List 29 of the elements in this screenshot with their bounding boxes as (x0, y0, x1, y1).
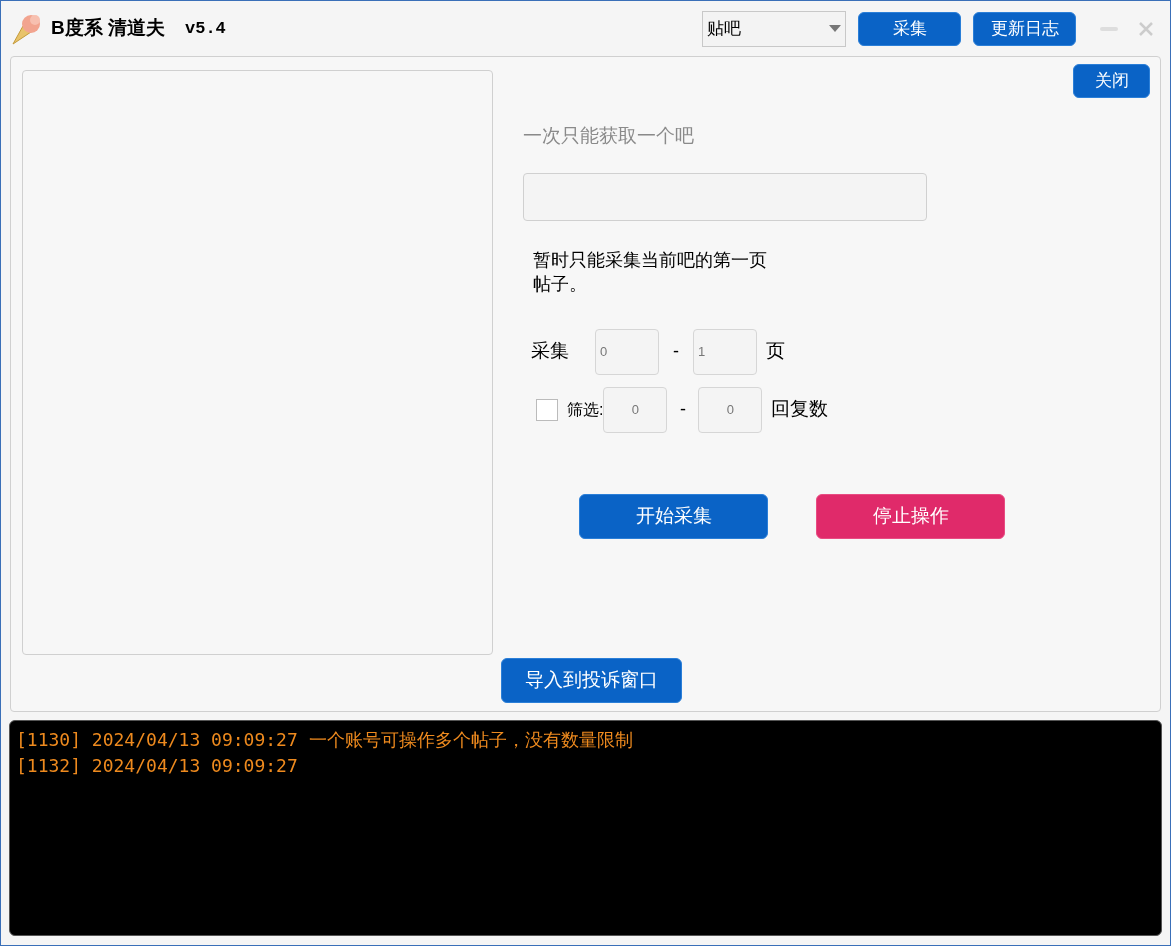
range-separator: - (678, 398, 687, 421)
stop-button[interactable]: 停止操作 (816, 493, 1005, 539)
toolbar-button[interactable]: 更新日志 (973, 11, 1076, 46)
page-from-input[interactable]: 0 (595, 328, 659, 375)
reply-from-input[interactable]: 0 (603, 386, 668, 433)
filter-label: 筛选: (567, 399, 604, 420)
window-title: B度系 清道夫 (51, 16, 165, 41)
import-button[interactable]: 导入到投诉窗口 (501, 658, 682, 703)
log-line: [1130] 2024/04/13 09:09:27 一个账号可操作多个帖子，没有数量限制 (16, 728, 634, 752)
version-label: v5.4 (185, 17, 226, 40)
reply-to-input[interactable]: 0 (698, 386, 763, 433)
close-icon[interactable] (1138, 20, 1154, 37)
start-button[interactable]: 开始采集 (579, 493, 768, 539)
filter-checkbox[interactable] (536, 398, 558, 421)
page-to-input[interactable]: 1 (693, 328, 757, 375)
source-dropdown[interactable]: 贴吧 (702, 10, 846, 47)
range-separator: - (672, 340, 680, 363)
close-button[interactable]: 关闭 (1073, 64, 1150, 98)
unit-label: 页 (766, 339, 785, 364)
unit-label: 回复数 (771, 397, 829, 422)
result-list[interactable] (22, 70, 493, 655)
toolbar-button[interactable]: 采集 (858, 11, 961, 46)
note-text: 暂时只能采集当前吧的第一页帖子。 (533, 248, 768, 296)
dropdown-caret-icon (829, 25, 841, 32)
minimize-icon[interactable] (1100, 26, 1118, 31)
log-line: [1132] 2024/04/13 09:09:27 (16, 754, 299, 778)
bar-name-input[interactable] (523, 172, 927, 221)
hint-label: 一次只能获取一个吧 (523, 124, 695, 148)
range-label: 采集 (531, 339, 570, 364)
